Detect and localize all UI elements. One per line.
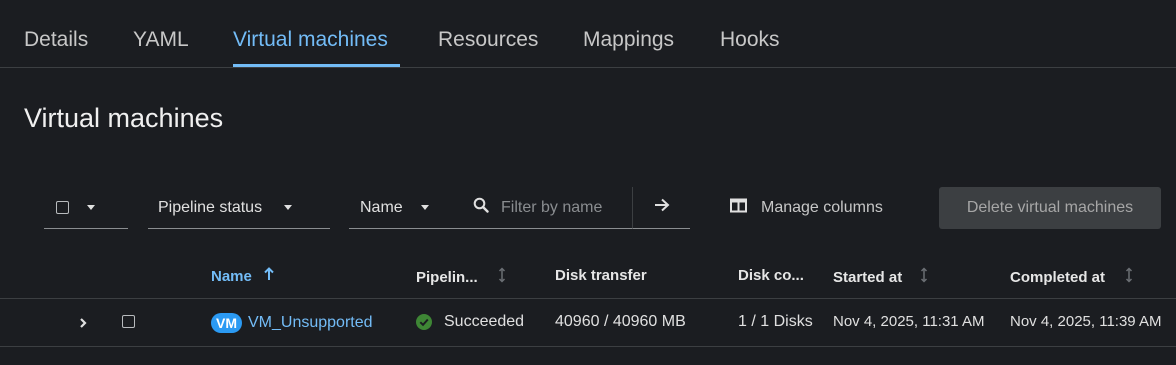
tab-hooks[interactable]: Hooks [720, 28, 780, 52]
column-header-disk-transfer: Disk transfer [555, 267, 647, 284]
chevron-down-icon [420, 205, 429, 210]
vm-name-link[interactable]: VM_Unsupported [248, 314, 373, 332]
sort-icon [1125, 267, 1133, 287]
attribute-label: Name [360, 198, 403, 216]
bulk-select-checkbox[interactable] [56, 201, 69, 214]
expand-row-toggle[interactable] [78, 316, 88, 335]
manage-columns-label: Manage columns [761, 199, 883, 216]
chevron-down-icon [284, 205, 293, 210]
disk-transfer-cell: 40960 / 40960 MB [555, 313, 686, 330]
sort-icon [920, 267, 928, 287]
column-header-name[interactable]: Name [211, 267, 274, 285]
tab-resources[interactable]: Resources [438, 28, 538, 52]
vm-badge: VM [211, 313, 242, 333]
tab-yaml[interactable]: YAML [133, 28, 189, 52]
chevron-down-icon [87, 205, 95, 210]
pipeline-status-cell: Succeeded [416, 313, 524, 331]
column-header-label: Pipelin... [416, 268, 478, 286]
tab-mappings[interactable]: Mappings [583, 28, 674, 52]
column-header-label: Name [211, 267, 252, 285]
pipeline-status-text: Succeeded [444, 313, 525, 330]
column-header-pipeline[interactable]: Pipelin... [416, 267, 506, 287]
search-icon [473, 197, 489, 218]
column-header-completed-at[interactable]: Completed at [1010, 267, 1133, 287]
tab-virtual-machines[interactable]: Virtual machines [233, 28, 388, 52]
row-select-checkbox[interactable] [122, 315, 135, 328]
manage-columns-button[interactable]: Manage columns [730, 197, 883, 219]
completed-at-cell: Nov 4, 2025, 11:39 AM [1010, 313, 1162, 330]
table-header-divider [0, 298, 1176, 299]
column-header-label: Completed at [1010, 268, 1106, 286]
filter-type-dropdown[interactable]: Pipeline status [148, 187, 330, 229]
page-title: Virtual machines [24, 103, 224, 133]
arrow-right-icon [654, 198, 670, 217]
chevron-right-icon [78, 316, 88, 335]
search-input[interactable]: Filter by name [459, 187, 632, 229]
sort-icon [498, 267, 506, 287]
check-circle-icon [416, 314, 432, 330]
disk-count-cell: 1 / 1 Disks [738, 313, 813, 330]
tab-bar: Details YAML Virtual machines Resources … [0, 0, 1176, 68]
filter-type-label: Pipeline status [158, 198, 263, 216]
search-placeholder: Filter by name [501, 198, 603, 216]
column-header-started-at[interactable]: Started at [833, 267, 928, 287]
active-tab-indicator [233, 64, 400, 67]
bulk-select-dropdown[interactable] [44, 187, 128, 229]
started-at-cell: Nov 4, 2025, 11:31 AM [833, 313, 985, 330]
vm-name-cell: VM VM_Unsupported [211, 313, 373, 333]
tab-details[interactable]: Details [24, 28, 88, 52]
column-header-disk-count: Disk co... [738, 267, 804, 284]
search-submit-button[interactable] [632, 187, 690, 229]
columns-icon [730, 198, 747, 218]
table-row-divider [0, 346, 1176, 347]
delete-vms-button[interactable]: Delete virtual machines [939, 187, 1161, 229]
column-header-label: Started at [833, 268, 903, 286]
sort-ascending-icon [264, 267, 274, 285]
attribute-dropdown[interactable]: Name [349, 187, 459, 229]
